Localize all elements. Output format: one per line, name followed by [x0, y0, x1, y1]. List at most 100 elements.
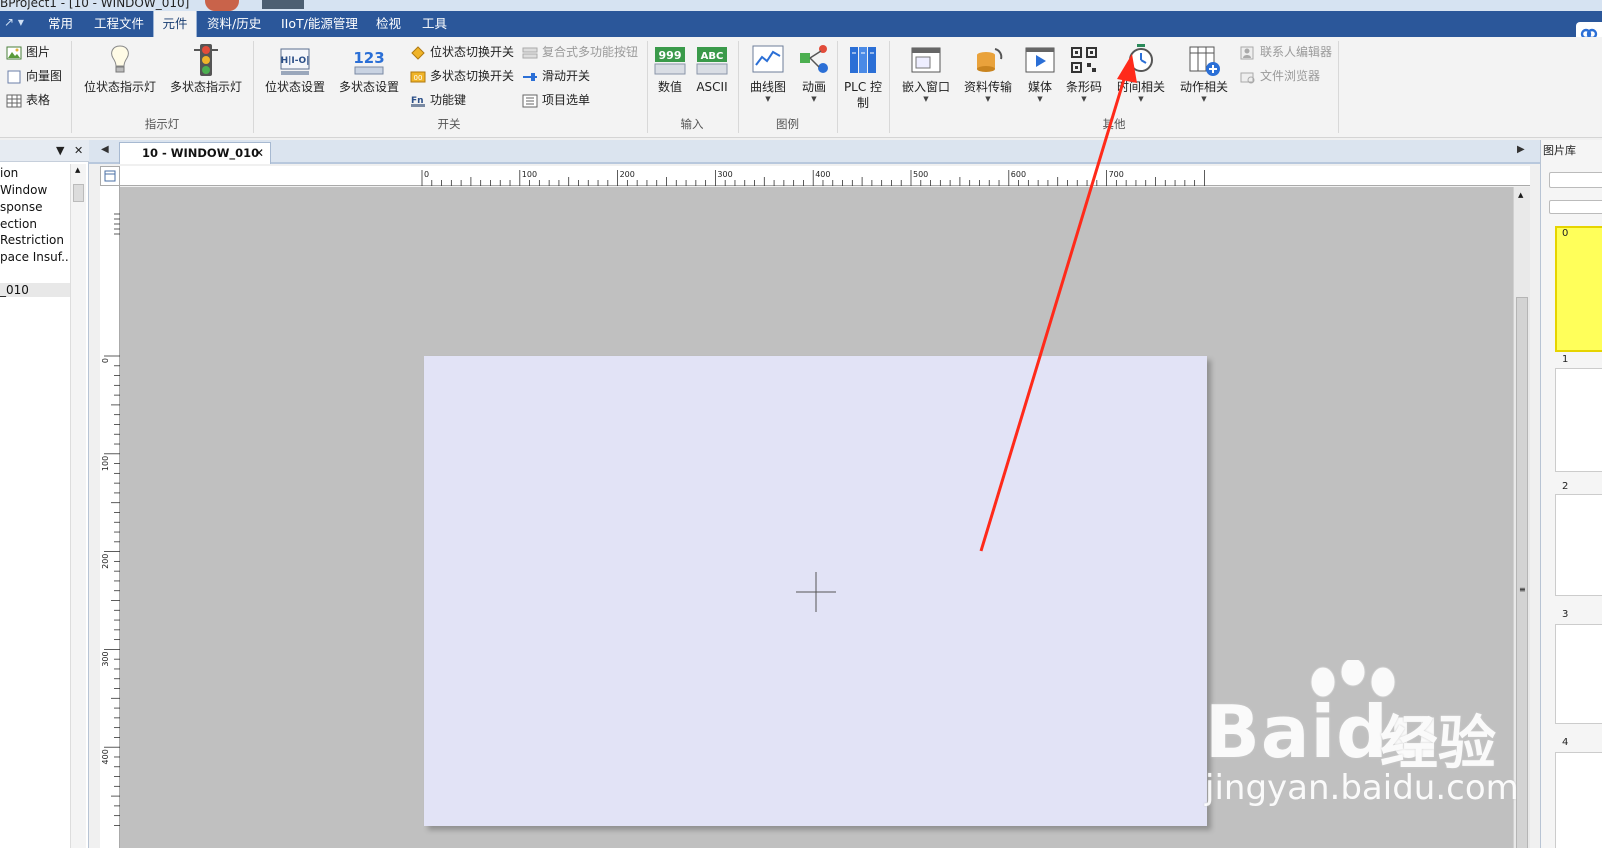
ascii-input-button[interactable]: ABC ASCII — [694, 43, 730, 95]
multi-set-button[interactable]: 123 多状态设置 — [336, 43, 402, 95]
scroll-up-icon[interactable]: ▲ — [1518, 191, 1523, 199]
tab-window-010[interactable]: 10 - WINDOW_010 ✕ — [119, 142, 271, 164]
embed-window-icon — [911, 47, 941, 73]
scroll-up-icon[interactable]: ▲ — [75, 166, 80, 174]
numeric-input-button[interactable]: 999 数值 — [652, 43, 688, 95]
picture-button[interactable]: 图片 — [6, 43, 50, 61]
ruler-label: 400 — [815, 170, 830, 179]
action-related-button[interactable]: 动作相关 ▼ — [1176, 43, 1232, 103]
numeric-icon: 999 — [654, 47, 686, 75]
bit-lamp-button[interactable]: 位状态指示灯 — [82, 43, 158, 95]
time-related-button[interactable]: 时间相关 ▼ — [1112, 43, 1170, 103]
picture-slot[interactable] — [1555, 752, 1602, 848]
function-key-icon: Fn — [411, 96, 425, 107]
qrcode-icon — [1071, 47, 1097, 73]
slot-number: 3 — [1562, 609, 1569, 620]
vector-shape-button[interactable]: 向量图 — [6, 67, 62, 85]
slide-switch-button[interactable]: 滑动开关 — [522, 67, 590, 85]
picture-icon — [6, 46, 22, 59]
embed-window-button[interactable]: 嵌入窗口 ▼ — [898, 43, 954, 103]
menu-tab-objects[interactable]: 元件 — [153, 11, 197, 37]
contact-editor-button[interactable]: 联系人编辑器 — [1240, 43, 1332, 61]
picture-slot[interactable] — [1555, 624, 1602, 724]
app-window: BProject1 - [10 - WINDOW_010] ↗ ▾ 常用 工程文… — [0, 0, 1602, 848]
plc-control-button[interactable]: PLC 控制 — [842, 43, 884, 111]
multi-switch-button[interactable]: 00 多状态切换开关 — [410, 67, 514, 85]
table-button[interactable]: 表格 — [6, 91, 50, 109]
dropdown-arrow-icon: ▼ — [985, 95, 991, 103]
ruler-label: 200 — [101, 554, 110, 569]
document-tab-strip: ◀ 10 - WINDOW_010 ✕ ▶ — [89, 140, 1541, 164]
window-title: BProject1 - [10 - WINDOW_010] — [0, 0, 190, 10]
tab-scroll-right-icon[interactable]: ▶ — [1517, 144, 1525, 155]
picture-slot[interactable] — [1555, 494, 1602, 596]
media-button[interactable]: 媒体 ▼ — [1022, 43, 1058, 103]
file-browser-button[interactable]: 文件浏览器 — [1240, 67, 1320, 85]
item-list-icon — [522, 94, 538, 107]
tab-scroll-left-icon[interactable]: ◀ — [101, 144, 109, 155]
svg-text:H|I-O|: H|I-O| — [281, 56, 310, 66]
file-browser-icon — [1240, 72, 1255, 83]
traffic-light-icon — [194, 44, 218, 76]
menu-tab-common[interactable]: 常用 — [46, 11, 75, 37]
crosshair-cursor-icon — [796, 572, 836, 612]
picture-slot-selected[interactable] — [1555, 226, 1602, 352]
combo-button-button[interactable]: 复合式多功能按钮 — [522, 43, 638, 61]
picture-slot[interactable] — [1555, 368, 1602, 472]
data-transfer-icon — [977, 48, 1003, 72]
panel-header: ▼ ✕ — [0, 140, 89, 162]
quick-access-toolbar[interactable]: ↗ ▾ — [4, 15, 24, 29]
library-dropdown[interactable] — [1549, 172, 1602, 188]
data-transfer-button[interactable]: 资料传输 ▼ — [960, 43, 1016, 103]
tree-item[interactable]: Window — [0, 183, 47, 197]
trend-chart-icon — [752, 45, 784, 73]
library-filter[interactable] — [1549, 200, 1602, 214]
bit-set-button[interactable]: H|I-O| 位状态设置 — [262, 43, 328, 95]
dropdown-arrow-icon: ▼ — [811, 95, 817, 103]
ascii-icon: ABC — [696, 47, 728, 75]
function-key-button[interactable]: Fn 功能键 — [410, 91, 466, 109]
tree-item[interactable]: pace Insuf... — [0, 250, 73, 264]
workspace-vertical-scrollbar[interactable]: ▲ ≡ — [1513, 187, 1530, 848]
animation-icon — [800, 45, 828, 73]
tree-item[interactable]: sponse — [0, 200, 42, 214]
contact-editor-icon — [1240, 46, 1254, 59]
item-list-button[interactable]: 项目选单 — [522, 91, 590, 109]
dropdown-arrow-icon: ▼ — [1138, 95, 1144, 103]
panel-title: 图片库 — [1543, 144, 1576, 157]
menu-tab-project[interactable]: 工程文件 — [92, 11, 146, 37]
ruler-label: 100 — [522, 170, 537, 179]
panel-menu-icon[interactable]: ▼ — [56, 144, 64, 157]
timer-icon — [1129, 44, 1153, 72]
dropdown-arrow-icon: ▼ — [1081, 95, 1087, 103]
menu-tab-data-history[interactable]: 资料/历史 — [205, 11, 263, 37]
tree-item[interactable]: ion — [0, 166, 18, 180]
tree-item[interactable]: ection — [0, 217, 37, 231]
toggle-switch-button[interactable]: 位状态切换开关 — [410, 43, 514, 61]
ruler-corner[interactable] — [100, 166, 120, 186]
menu-tab-tools[interactable]: 工具 — [420, 11, 449, 37]
multi-set-icon: 123 — [353, 49, 385, 75]
animation-button[interactable]: 动画 ▼ — [796, 43, 832, 103]
toggle-switch-icon — [411, 45, 425, 60]
group-label-legend: 图例 — [776, 117, 799, 131]
scrollbar-thumb[interactable]: ≡ — [1516, 297, 1528, 848]
scrollbar-thumb[interactable] — [73, 184, 84, 202]
design-workspace[interactable] — [120, 187, 1513, 848]
trend-chart-button[interactable]: 曲线图 ▼ — [746, 43, 790, 103]
tree-item[interactable]: Restriction — [0, 233, 64, 247]
menu-tab-iiot[interactable]: IIoT/能源管理 — [279, 11, 360, 37]
picture-library-panel: 图片库 0 1 2 3 4 — [1540, 140, 1602, 848]
panel-close-icon[interactable]: ✕ — [74, 144, 83, 157]
tab-close-icon[interactable]: ✕ — [254, 143, 264, 163]
panel-scrollbar[interactable]: ▲ — [70, 164, 86, 848]
ruler-horizontal-scale: 0 100 200 300 400 500 600 700 — [421, 170, 1205, 186]
multi-state-lamp-button[interactable]: 多状态指示灯 — [167, 43, 245, 95]
ruler-vertical: 0 100 200 300 400 — [100, 186, 120, 848]
ruler-label: 700 — [1109, 170, 1124, 179]
plc-control-icon — [850, 47, 876, 73]
menu-tab-view[interactable]: 检视 — [374, 11, 403, 37]
barcode-button[interactable]: 条形码 ▼ — [1062, 43, 1106, 103]
tree-item-selected[interactable]: _010 — [0, 283, 70, 297]
window-canvas[interactable] — [424, 356, 1207, 826]
